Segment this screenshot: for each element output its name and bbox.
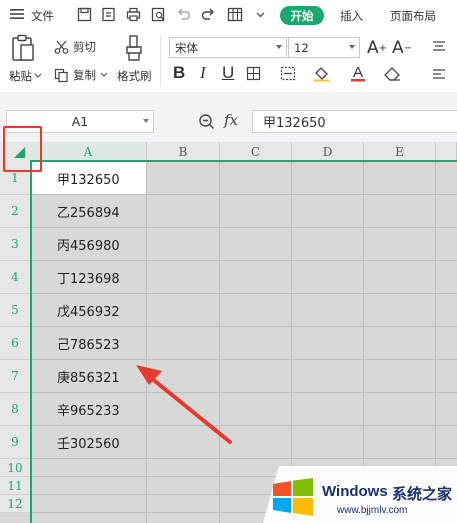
format-painter-button[interactable]: 格式刷 xyxy=(117,68,152,84)
font-size-value: 12 xyxy=(294,40,309,55)
tab-insert[interactable]: 插入 xyxy=(340,8,363,24)
table-style-icon[interactable] xyxy=(227,7,243,22)
print-icon[interactable] xyxy=(126,7,141,22)
increase-font-size-icon[interactable]: A + xyxy=(367,38,387,58)
save-icon[interactable] xyxy=(77,7,92,22)
quick-access-dropdown-icon[interactable] xyxy=(256,12,265,18)
export-pdf-icon[interactable] xyxy=(101,7,116,22)
tab-home[interactable]: 开始 xyxy=(280,6,324,25)
cut-label: 剪切 xyxy=(73,40,96,54)
clear-format-icon[interactable] xyxy=(384,67,402,82)
row-header-3[interactable]: 3 xyxy=(0,228,30,261)
italic-icon[interactable]: I xyxy=(200,63,206,83)
formula-content: 甲132650 xyxy=(263,116,326,131)
row-header-5[interactable]: 5 xyxy=(0,294,30,327)
cell-a4[interactable]: 丁123698 xyxy=(32,261,147,294)
copy-icon xyxy=(54,68,68,82)
selection-frame-left xyxy=(30,160,32,523)
svg-text:A: A xyxy=(353,64,363,81)
cell-reference: A1 xyxy=(71,114,89,129)
cell-a10[interactable] xyxy=(32,459,147,477)
column-header-e[interactable]: E xyxy=(364,142,436,162)
arrow-annotation xyxy=(136,365,232,444)
fill-color-icon[interactable] xyxy=(313,66,331,82)
watermark-brand-cn: 系统之家 xyxy=(392,485,453,503)
row-header-7[interactable]: 7 xyxy=(0,360,30,393)
row-header-8[interactable]: 8 xyxy=(0,393,30,426)
row-header-10[interactable]: 10 xyxy=(0,459,30,477)
align-top-icon[interactable] xyxy=(432,40,446,52)
file-menu[interactable]: 文件 xyxy=(31,8,54,24)
row-header-9[interactable]: 9 xyxy=(0,426,30,459)
column-header-next[interactable] xyxy=(436,142,457,162)
redo-icon[interactable] xyxy=(201,7,216,22)
copy-button[interactable]: 复制 xyxy=(54,67,108,83)
paste-icon[interactable] xyxy=(10,34,36,62)
selection-frame-top xyxy=(30,160,457,162)
bold-icon[interactable]: B xyxy=(173,63,185,83)
border-icon[interactable] xyxy=(246,66,262,81)
hamburger-menu-icon[interactable] xyxy=(10,8,24,20)
cell-a5[interactable]: 戊456932 xyxy=(32,294,147,327)
print-preview-icon[interactable] xyxy=(151,7,166,22)
scissors-icon xyxy=(54,40,69,54)
fx-icon[interactable]: fx xyxy=(224,111,238,129)
merge-cells-icon[interactable] xyxy=(280,66,298,81)
zoom-search-icon[interactable] xyxy=(198,113,215,130)
font-color-icon[interactable]: A xyxy=(350,63,366,83)
row-header-11[interactable]: 11 xyxy=(0,477,30,495)
formula-input[interactable]: 甲132650 xyxy=(252,110,457,133)
underline-icon[interactable]: U xyxy=(222,63,234,83)
column-gridline xyxy=(219,162,220,523)
column-header-d[interactable]: D xyxy=(292,142,364,162)
font-size-select[interactable]: 12 xyxy=(288,37,360,58)
paste-button[interactable]: 粘贴 xyxy=(9,68,42,84)
cut-button[interactable]: 剪切 xyxy=(54,39,96,55)
align-left-icon[interactable] xyxy=(432,68,446,80)
cell-a1[interactable]: 甲132650 xyxy=(32,162,147,195)
format-painter-icon[interactable] xyxy=(124,34,144,62)
cell-a2[interactable]: 乙256894 xyxy=(32,195,147,228)
undo-icon[interactable] xyxy=(176,7,191,22)
spreadsheet-app: 文件 开始 插入 页面布局 粘贴 剪切 复制 格式刷 宋体 12 A + A −… xyxy=(0,0,457,523)
menu-bar: 文件 开始 插入 页面布局 xyxy=(0,0,457,30)
row-header-2[interactable]: 2 xyxy=(0,195,30,228)
cell-a12[interactable] xyxy=(32,495,147,513)
watermark-brand: Windows xyxy=(322,483,388,500)
ribbon: 粘贴 剪切 复制 格式刷 宋体 12 A + A − B I U A xyxy=(0,30,457,92)
ribbon-divider xyxy=(160,36,161,86)
cell-a11[interactable] xyxy=(32,477,147,495)
row-header-4[interactable]: 4 xyxy=(0,261,30,294)
copy-label: 复制 xyxy=(73,68,96,82)
font-name-select[interactable]: 宋体 xyxy=(169,37,287,58)
highlight-annotation xyxy=(3,126,42,172)
font-name-value: 宋体 xyxy=(175,40,198,55)
paste-label: 粘贴 xyxy=(9,69,32,83)
row-header-6[interactable]: 6 xyxy=(0,327,30,360)
column-header-c[interactable]: C xyxy=(220,142,292,162)
row-header-12[interactable]: 12 xyxy=(0,495,30,513)
decrease-font-size-icon[interactable]: A − xyxy=(392,38,412,58)
cell-a3[interactable]: 丙456980 xyxy=(32,228,147,261)
watermark-url: www.bjjmlv.com xyxy=(337,505,408,516)
tab-page-layout[interactable]: 页面布局 xyxy=(390,8,436,24)
formula-bar: A1 fx 甲132650 xyxy=(0,92,457,142)
column-header-b[interactable]: B xyxy=(147,142,220,162)
column-gridline xyxy=(146,162,147,523)
column-header-a[interactable]: A xyxy=(30,142,147,162)
